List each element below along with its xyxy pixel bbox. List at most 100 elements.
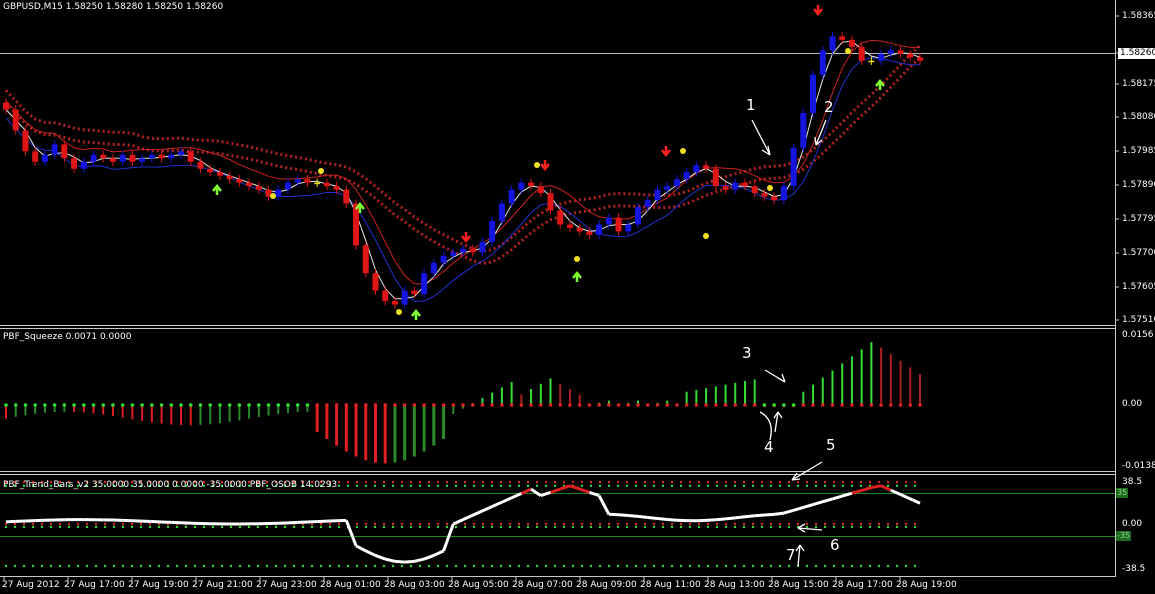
level-dot bbox=[535, 525, 539, 529]
oscillator-segment bbox=[735, 515, 746, 520]
level-dot bbox=[13, 525, 17, 529]
candle-body bbox=[119, 154, 126, 162]
level-dot bbox=[850, 480, 854, 484]
level-dot bbox=[400, 564, 404, 568]
squeeze-dot bbox=[762, 403, 767, 407]
level-dot bbox=[796, 484, 800, 488]
oscillator-segment bbox=[880, 484, 892, 492]
squeeze-dot bbox=[801, 403, 806, 407]
bands-layer bbox=[4, 39, 922, 302]
level-dot bbox=[499, 484, 503, 488]
level-dot bbox=[859, 480, 863, 484]
candle-body bbox=[479, 241, 486, 253]
level-dot bbox=[688, 522, 692, 526]
level-dot bbox=[571, 564, 575, 568]
level-dot bbox=[310, 525, 314, 529]
candle-body bbox=[537, 186, 544, 194]
oscillator-segment bbox=[433, 549, 445, 557]
candle-body bbox=[722, 186, 729, 190]
level-dot bbox=[589, 564, 593, 568]
level-dot bbox=[526, 525, 530, 529]
level-dot bbox=[859, 525, 863, 529]
candle-body bbox=[897, 50, 904, 54]
candle-body bbox=[489, 220, 496, 242]
level-dot bbox=[877, 525, 881, 529]
oscillator-segment bbox=[344, 519, 358, 547]
level-dot bbox=[688, 564, 692, 568]
level-dot bbox=[886, 525, 890, 529]
level-dot bbox=[787, 484, 791, 488]
level-dot bbox=[886, 480, 890, 484]
level-dot bbox=[418, 522, 422, 526]
level-dot bbox=[103, 525, 107, 529]
level-dot bbox=[211, 525, 215, 529]
squeeze-dot bbox=[782, 403, 786, 407]
oscillator-segment bbox=[569, 484, 581, 491]
level-dot bbox=[634, 480, 638, 484]
level-dot bbox=[418, 480, 422, 484]
level-dot bbox=[670, 484, 674, 488]
level-dot bbox=[472, 522, 476, 526]
candle-body bbox=[139, 158, 146, 162]
level-dot bbox=[184, 525, 188, 529]
level-dot bbox=[337, 564, 341, 568]
level-dot bbox=[895, 522, 899, 526]
level-dot bbox=[130, 564, 134, 568]
level-dot bbox=[274, 564, 278, 568]
level-dot bbox=[355, 522, 359, 526]
level-dot bbox=[373, 484, 377, 488]
candle-body bbox=[168, 154, 175, 159]
level-dot bbox=[508, 564, 512, 568]
squeeze-dot bbox=[791, 403, 796, 407]
squeeze-dot bbox=[33, 403, 37, 407]
level-dot bbox=[679, 564, 683, 568]
squeeze-dot bbox=[607, 403, 611, 407]
level-dot bbox=[742, 522, 746, 526]
level-dot bbox=[319, 522, 323, 526]
level-dot bbox=[688, 484, 692, 488]
squeeze-axis-label: 0.0156 bbox=[1122, 330, 1154, 340]
squeeze-dot bbox=[120, 403, 125, 407]
level-dot bbox=[202, 525, 206, 529]
level-dot bbox=[553, 480, 557, 484]
level-dot bbox=[778, 564, 782, 568]
oscillator-segment bbox=[491, 500, 503, 508]
candle-body bbox=[90, 154, 97, 162]
squeeze-dot bbox=[140, 403, 144, 407]
level-dot bbox=[742, 484, 746, 488]
level-dot bbox=[454, 480, 458, 484]
candle-body bbox=[780, 186, 787, 201]
level-dot bbox=[751, 564, 755, 568]
level-dot bbox=[877, 480, 881, 484]
level-dot bbox=[562, 564, 566, 568]
level-dot bbox=[859, 564, 863, 568]
level-dot bbox=[166, 564, 170, 568]
squeeze-dot bbox=[548, 403, 553, 407]
time-axis-label: 28 Aug 15:00 bbox=[768, 580, 829, 590]
level-dot bbox=[904, 564, 908, 568]
level-dot bbox=[868, 522, 872, 526]
squeeze-dot bbox=[315, 403, 319, 407]
level-dot bbox=[616, 522, 620, 526]
chart-canvas[interactable] bbox=[0, 0, 1155, 594]
level-dot bbox=[805, 480, 809, 484]
level-dot bbox=[841, 480, 845, 484]
candle-body bbox=[333, 186, 340, 190]
oscillator-segment bbox=[442, 523, 455, 552]
level-dot bbox=[472, 484, 476, 488]
level-dot bbox=[58, 525, 62, 529]
candle-body bbox=[790, 147, 797, 187]
level-dot bbox=[526, 480, 530, 484]
level-dot bbox=[337, 484, 341, 488]
squeeze-dot bbox=[684, 403, 689, 407]
level-dot bbox=[355, 525, 359, 529]
level-dot bbox=[805, 564, 809, 568]
oscillator-segment bbox=[414, 557, 425, 563]
candle-body bbox=[178, 151, 185, 155]
squeeze-dot bbox=[91, 403, 96, 407]
level-dot bbox=[391, 480, 395, 484]
squeeze-dot bbox=[645, 403, 650, 407]
level-dot bbox=[598, 484, 602, 488]
level-dot bbox=[112, 522, 116, 526]
level-dot bbox=[913, 525, 917, 529]
